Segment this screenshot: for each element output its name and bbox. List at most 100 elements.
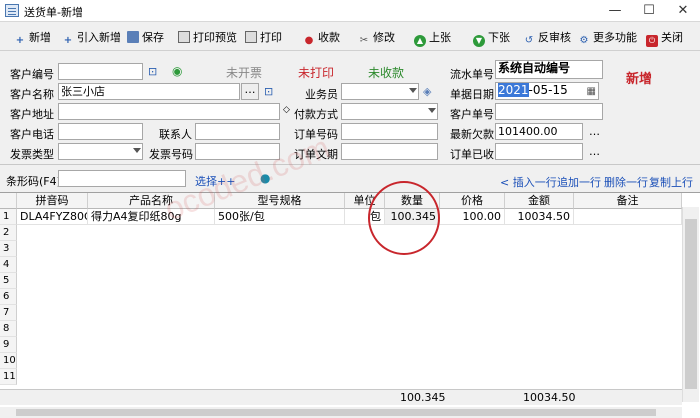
import-new-button[interactable]: + 引入新增 [62, 27, 121, 49]
receive-payment-button[interactable]: ● 收款 [303, 27, 340, 49]
doc-date-picker[interactable]: 2021-05-15 ▦ [495, 82, 599, 100]
customer-phone-input[interactable] [58, 123, 143, 140]
cell-spec[interactable]: 500张/包 [215, 209, 345, 225]
maximize-button[interactable]: ☐ [632, 0, 666, 22]
close-button[interactable]: ⏻ 关闭 [646, 27, 683, 49]
order-text-input[interactable] [341, 143, 438, 160]
window-title: 送货单-新增 [24, 6, 83, 19]
delete-row-link[interactable]: 删除一行 [604, 174, 648, 190]
grid-corner [0, 193, 17, 209]
column-header-amount[interactable]: 金额 [505, 193, 574, 209]
column-header-price[interactable]: 价格 [440, 193, 505, 209]
row-number[interactable]: 5 [0, 273, 17, 289]
copy-row-link[interactable]: 复制上行 [649, 174, 693, 190]
insert-row-link[interactable]: < 插入一行 [500, 174, 557, 190]
row-number[interactable]: 2 [0, 225, 17, 241]
prev-button[interactable]: ▲ 上张 [414, 27, 451, 49]
barcode-label: 条形码(F4) [6, 175, 61, 188]
row-number[interactable]: 9 [0, 337, 17, 353]
row-number[interactable]: 1 [0, 209, 17, 225]
payment-method-select[interactable] [341, 103, 438, 120]
minimize-button[interactable]: — [598, 0, 632, 22]
customer-address-input[interactable] [58, 103, 280, 120]
row-number[interactable]: 4 [0, 257, 17, 273]
customer-name-input[interactable]: 张三小店 [58, 83, 240, 100]
form-divider [0, 164, 700, 165]
order-no-input[interactable] [341, 123, 438, 140]
scrollbar-thumb[interactable] [16, 409, 656, 416]
coins-icon: ● [304, 35, 314, 46]
calendar-icon[interactable]: ▦ [587, 84, 596, 99]
arrow-down-circle-icon: ▼ [473, 35, 485, 47]
customer-doc-label: 客户单号 [450, 108, 494, 121]
invoice-no-label: 发票号码 [149, 148, 193, 161]
doc-date-year-selected: 2021 [498, 83, 529, 97]
column-header-note[interactable]: 备注 [574, 193, 682, 209]
doc-date-rest: -05-15 [528, 83, 568, 97]
mode-badge: 新增 [626, 72, 653, 87]
serial-no-label: 流水单号 [450, 68, 494, 81]
cell-price[interactable]: 100.00 [440, 209, 505, 225]
more-dots-icon[interactable]: … [589, 125, 600, 138]
floppy-icon [127, 31, 139, 43]
gear-icon: ⚙ [579, 35, 589, 46]
power-icon: ⏻ [646, 35, 658, 47]
product-grid[interactable]: 拼音码 产品名称 型号规格 单位 数量 价格 金额 备注 1 2 3 4 5 6… [0, 192, 700, 418]
row-number[interactable]: 6 [0, 289, 17, 305]
customer-code-label: 客户编号 [10, 68, 54, 81]
row-number[interactable]: 10 [0, 353, 17, 369]
print-button[interactable]: 打印 [245, 27, 282, 49]
doc-date-label: 单据日期 [450, 88, 494, 101]
column-header-pinyin[interactable]: 拼音码 [17, 193, 88, 209]
print-status: 未打印 [298, 66, 335, 80]
order-received-label: 订单已收 [450, 148, 494, 161]
customer-phone-label: 客户电话 [10, 128, 54, 141]
arrow-up-circle-icon: ▲ [414, 35, 426, 47]
invoice-status: 未开票 [226, 66, 263, 80]
contact-input[interactable] [195, 123, 280, 140]
scissors-icon: ✂ [359, 35, 369, 46]
serial-no-input[interactable]: 系统自动编号 [495, 60, 603, 79]
horizontal-scrollbar[interactable] [0, 407, 682, 418]
append-row-link[interactable]: 追加一行 [557, 174, 601, 190]
latest-debt-input: 101400.00 [495, 123, 583, 140]
scrollbar-thumb[interactable] [685, 219, 697, 389]
row-number[interactable]: 11 [0, 369, 17, 385]
order-received-input [495, 143, 583, 160]
close-window-button[interactable]: ✕ [666, 0, 700, 22]
new-button[interactable]: + 新增 [14, 27, 51, 49]
customer-name-label: 客户名称 [10, 88, 54, 101]
customer-doc-input[interactable] [495, 103, 603, 120]
cell-pinyin[interactable]: DLA4FYZ80G [17, 209, 88, 225]
customer-browse-button[interactable]: … [241, 83, 259, 100]
barcode-input[interactable] [58, 170, 186, 187]
row-number[interactable]: 8 [0, 321, 17, 337]
more-functions-button[interactable]: ⚙ 更多功能 [578, 27, 637, 49]
title-bar: 送货单-新增 — ☐ ✕ [0, 0, 700, 22]
undo-icon: ↺ [524, 35, 534, 46]
row-number[interactable]: 7 [0, 305, 17, 321]
chevron-down-icon [133, 148, 141, 153]
cell-note[interactable] [574, 209, 682, 225]
receipt-status: 未收款 [368, 66, 405, 80]
modify-button[interactable]: ✂ 修改 [358, 27, 395, 49]
search-icon[interactable]: ⊡ [264, 85, 273, 98]
invoice-type-select[interactable] [58, 143, 143, 160]
customer-code-input[interactable] [58, 63, 143, 80]
row-number[interactable]: 3 [0, 241, 17, 257]
next-button[interactable]: ▼ 下张 [473, 27, 510, 49]
total-qty: 100.345 [400, 391, 446, 404]
chevron-down-icon [409, 88, 417, 93]
refresh-icon[interactable]: ◉ [172, 64, 182, 78]
chevron-down-icon [428, 108, 436, 113]
eraser-icon[interactable]: ◈ [423, 85, 431, 98]
salesperson-select[interactable] [341, 83, 419, 100]
save-button[interactable]: 保存 [127, 27, 164, 49]
cell-amount[interactable]: 10034.50 [505, 209, 574, 225]
vertical-scrollbar[interactable] [682, 207, 699, 402]
print-preview-button[interactable]: 打印预览 [178, 27, 237, 49]
more-dots-icon[interactable]: … [589, 145, 600, 158]
search-icon[interactable]: ⊡ [148, 65, 157, 78]
printer-icon [245, 31, 257, 43]
unaudit-button[interactable]: ↺ 反审核 [523, 27, 571, 49]
